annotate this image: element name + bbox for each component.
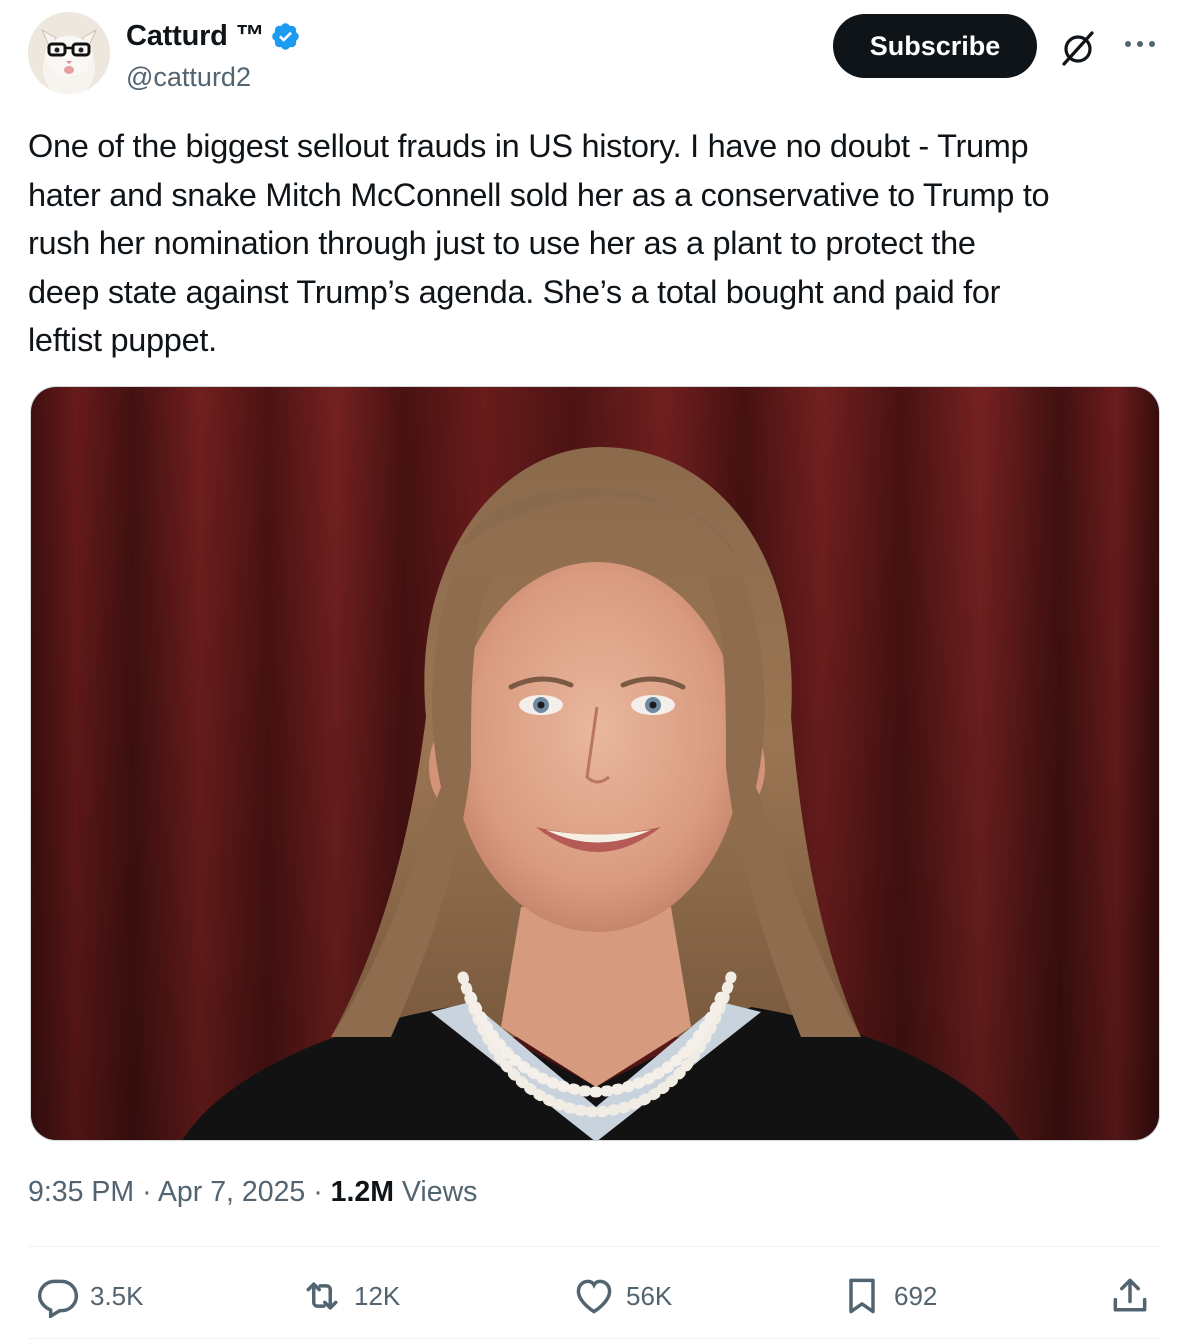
like-button[interactable]: 56K (572, 1266, 672, 1326)
subscribe-button[interactable]: Subscribe (833, 14, 1037, 78)
reply-icon (37, 1279, 79, 1318)
verified-badge-icon (272, 23, 300, 50)
bookmark-button[interactable]: 692 (840, 1266, 937, 1326)
action-bar: 3.5K 12K 56K 692 (28, 1266, 1162, 1326)
share-button[interactable] (1108, 1266, 1152, 1326)
divider (28, 1338, 1162, 1339)
share-icon (1113, 1278, 1147, 1312)
repost-count: 12K (354, 1280, 401, 1311)
reply-button[interactable]: 3.5K (36, 1266, 144, 1326)
meta-separator: · (313, 1176, 323, 1208)
grok-icon[interactable] (1058, 28, 1098, 68)
views-label: Views (401, 1176, 478, 1208)
cat-with-glasses-avatar-icon (28, 12, 110, 94)
avatar[interactable] (28, 12, 110, 94)
tweet-header: Catturd ™ @catturd2 Subscribe (28, 12, 1168, 98)
tweet-meta: 9:35 PM · Apr 7, 2025 · 1.2M Views (28, 1176, 477, 1209)
like-count: 56K (626, 1280, 673, 1311)
tweet-time[interactable]: 9:35 PM (28, 1176, 134, 1208)
author-display-name[interactable]: Catturd ™ (126, 20, 265, 53)
meta-separator: · (142, 1176, 152, 1208)
tweet-media-image[interactable] (30, 386, 1160, 1141)
bookmark-icon (849, 1278, 875, 1314)
views-count: 1.2M (330, 1176, 394, 1208)
tweet-text: One of the biggest sellout frauds in US … (28, 128, 1050, 358)
bookmark-count: 692 (894, 1280, 938, 1311)
tweet-date[interactable]: Apr 7, 2025 (158, 1176, 305, 1208)
repost-button[interactable]: 12K (300, 1266, 400, 1326)
portrait-photo (31, 387, 1159, 1140)
repost-icon (306, 1282, 338, 1310)
more-dots-icon[interactable] (1120, 34, 1160, 54)
divider (28, 1246, 1162, 1247)
author-handle[interactable]: @catturd2 (126, 62, 251, 93)
author-name-row: Catturd ™ (126, 20, 301, 53)
heart-icon (576, 1279, 612, 1314)
reply-count: 3.5K (90, 1280, 144, 1311)
